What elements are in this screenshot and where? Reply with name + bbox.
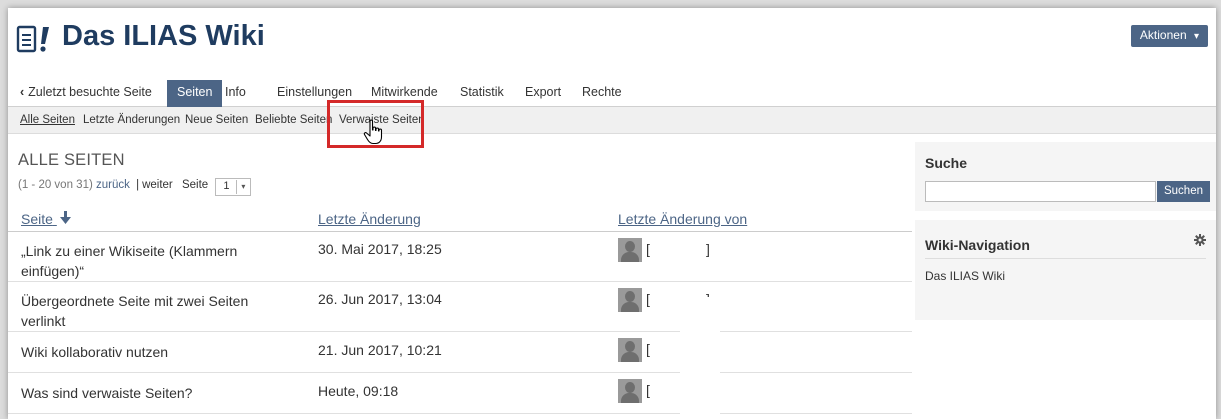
actions-dropdown-button[interactable]: Aktionen ▾: [1130, 25, 1208, 47]
search-title: Suche: [925, 155, 968, 171]
arrow-down-icon: [59, 211, 71, 224]
user-bracket-open: [: [646, 341, 650, 357]
table-row: Was sind verwaiste Seiten? Heute, 09:18 …: [8, 373, 912, 414]
actions-label: Aktionen: [1139, 28, 1187, 42]
subtab-beliebte-seiten[interactable]: Beliebte Seiten: [255, 114, 332, 126]
pager-next-link[interactable]: weiter: [142, 179, 173, 191]
column-header-last-change[interactable]: Letzte Änderung: [318, 211, 421, 227]
wiki-navigation-link[interactable]: Das ILIAS Wiki: [925, 269, 1005, 283]
divider: [925, 258, 1206, 259]
column-header-page-label: Seite: [21, 211, 53, 227]
page-title: Das ILIAS Wiki: [62, 20, 265, 52]
chevron-left-icon: ‹: [20, 85, 25, 99]
pager-separator: |: [136, 179, 140, 192]
tab-back-last-visited[interactable]: ‹ Zuletzt besuchte Seite: [10, 80, 162, 107]
last-change-date: 21. Jun 2017, 10:21: [318, 342, 442, 358]
gear-icon[interactable]: [1194, 234, 1206, 246]
last-change-user: [ ]: [618, 338, 738, 364]
table-header: Seite Letzte Änderung Letzte Änderung vo…: [8, 202, 912, 232]
subtab-alle-seiten[interactable]: Alle Seiten: [20, 114, 75, 126]
subtab-neue-seiten[interactable]: Neue Seiten: [185, 114, 248, 126]
table-row: Übergeordnete Seite mit zwei Seiten verl…: [8, 282, 912, 332]
last-change-user: [ ]: [618, 288, 738, 314]
pager-page-label: Seite: [181, 179, 209, 192]
chevron-down-icon: ▾: [236, 180, 249, 194]
user-bracket-close: ]: [706, 241, 710, 257]
pager-range: (1 - 20 von 31): [18, 179, 93, 192]
redaction-block: [680, 297, 720, 417]
column-header-last-change-by[interactable]: Letzte Änderung von: [618, 211, 747, 227]
user-bracket-open: [: [646, 382, 650, 398]
avatar: [618, 238, 642, 262]
tab-info[interactable]: Info: [215, 80, 256, 107]
last-change-user: [ ]: [618, 238, 738, 264]
last-change-user: [ ]: [618, 379, 738, 405]
sub-tabs: Alle Seiten Letzte Änderungen Neue Seite…: [8, 107, 1216, 134]
wiki-navigation-title: Wiki-Navigation: [925, 237, 1030, 253]
tab-export[interactable]: Export: [515, 80, 571, 107]
page-link[interactable]: Was sind verwaiste Seiten?: [21, 383, 291, 403]
user-bracket-open: [: [646, 241, 650, 257]
search-panel: Suche Suchen: [915, 142, 1216, 211]
table-row: Wiki kollaborativ nutzen 21. Jun 2017, 1…: [8, 332, 912, 373]
page-select[interactable]: 1 ▾: [215, 178, 252, 196]
chevron-down-icon: ▾: [1193, 31, 1199, 42]
wiki-document-icon: [16, 25, 49, 53]
pager-back-link[interactable]: zurück: [96, 179, 130, 191]
avatar: [618, 288, 642, 312]
page-header: Das ILIAS Wiki Aktionen ▾: [8, 8, 1216, 78]
page-select-value: 1: [223, 180, 230, 192]
wiki-navigation-panel: Wiki-Navigation Das ILIAS Wiki: [915, 220, 1216, 320]
table-row: „Link zu einer Wikiseite (Klammern einfü…: [8, 232, 912, 282]
avatar: [618, 379, 642, 403]
page-link[interactable]: Wiki kollaborativ nutzen: [21, 342, 291, 362]
tab-back-label: Zuletzt besuchte Seite: [28, 85, 152, 99]
last-change-date: Heute, 09:18: [318, 383, 399, 399]
section-title: ALLE SEITEN: [18, 151, 125, 169]
tab-rechte[interactable]: Rechte: [572, 80, 632, 107]
pagination: (1 - 20 von 31) zurück | weiter Seite 1 ▾: [18, 176, 252, 196]
tab-statistik[interactable]: Statistik: [450, 80, 514, 107]
search-input[interactable]: [925, 181, 1156, 202]
subtab-letzte-aenderungen[interactable]: Letzte Änderungen: [83, 114, 180, 126]
hand-pointer-icon: [363, 119, 383, 145]
page-link[interactable]: „Link zu einer Wikiseite (Klammern einfü…: [21, 241, 291, 281]
last-change-date: 30. Mai 2017, 18:25: [318, 241, 442, 257]
user-bracket-open: [: [646, 291, 650, 307]
app-window: Das ILIAS Wiki Aktionen ▾ ‹ Zuletzt besuc…: [8, 8, 1216, 419]
last-change-date: 26. Jun 2017, 13:04: [318, 291, 442, 307]
main-tabs: ‹ Zuletzt besuchte Seite Seiten Info Eins…: [8, 77, 1216, 107]
search-button[interactable]: Suchen: [1157, 181, 1210, 202]
column-header-page[interactable]: Seite: [21, 211, 71, 227]
avatar: [618, 338, 642, 362]
page-link[interactable]: Übergeordnete Seite mit zwei Seiten verl…: [21, 291, 291, 331]
pages-table: Seite Letzte Änderung Letzte Änderung vo…: [8, 202, 912, 414]
